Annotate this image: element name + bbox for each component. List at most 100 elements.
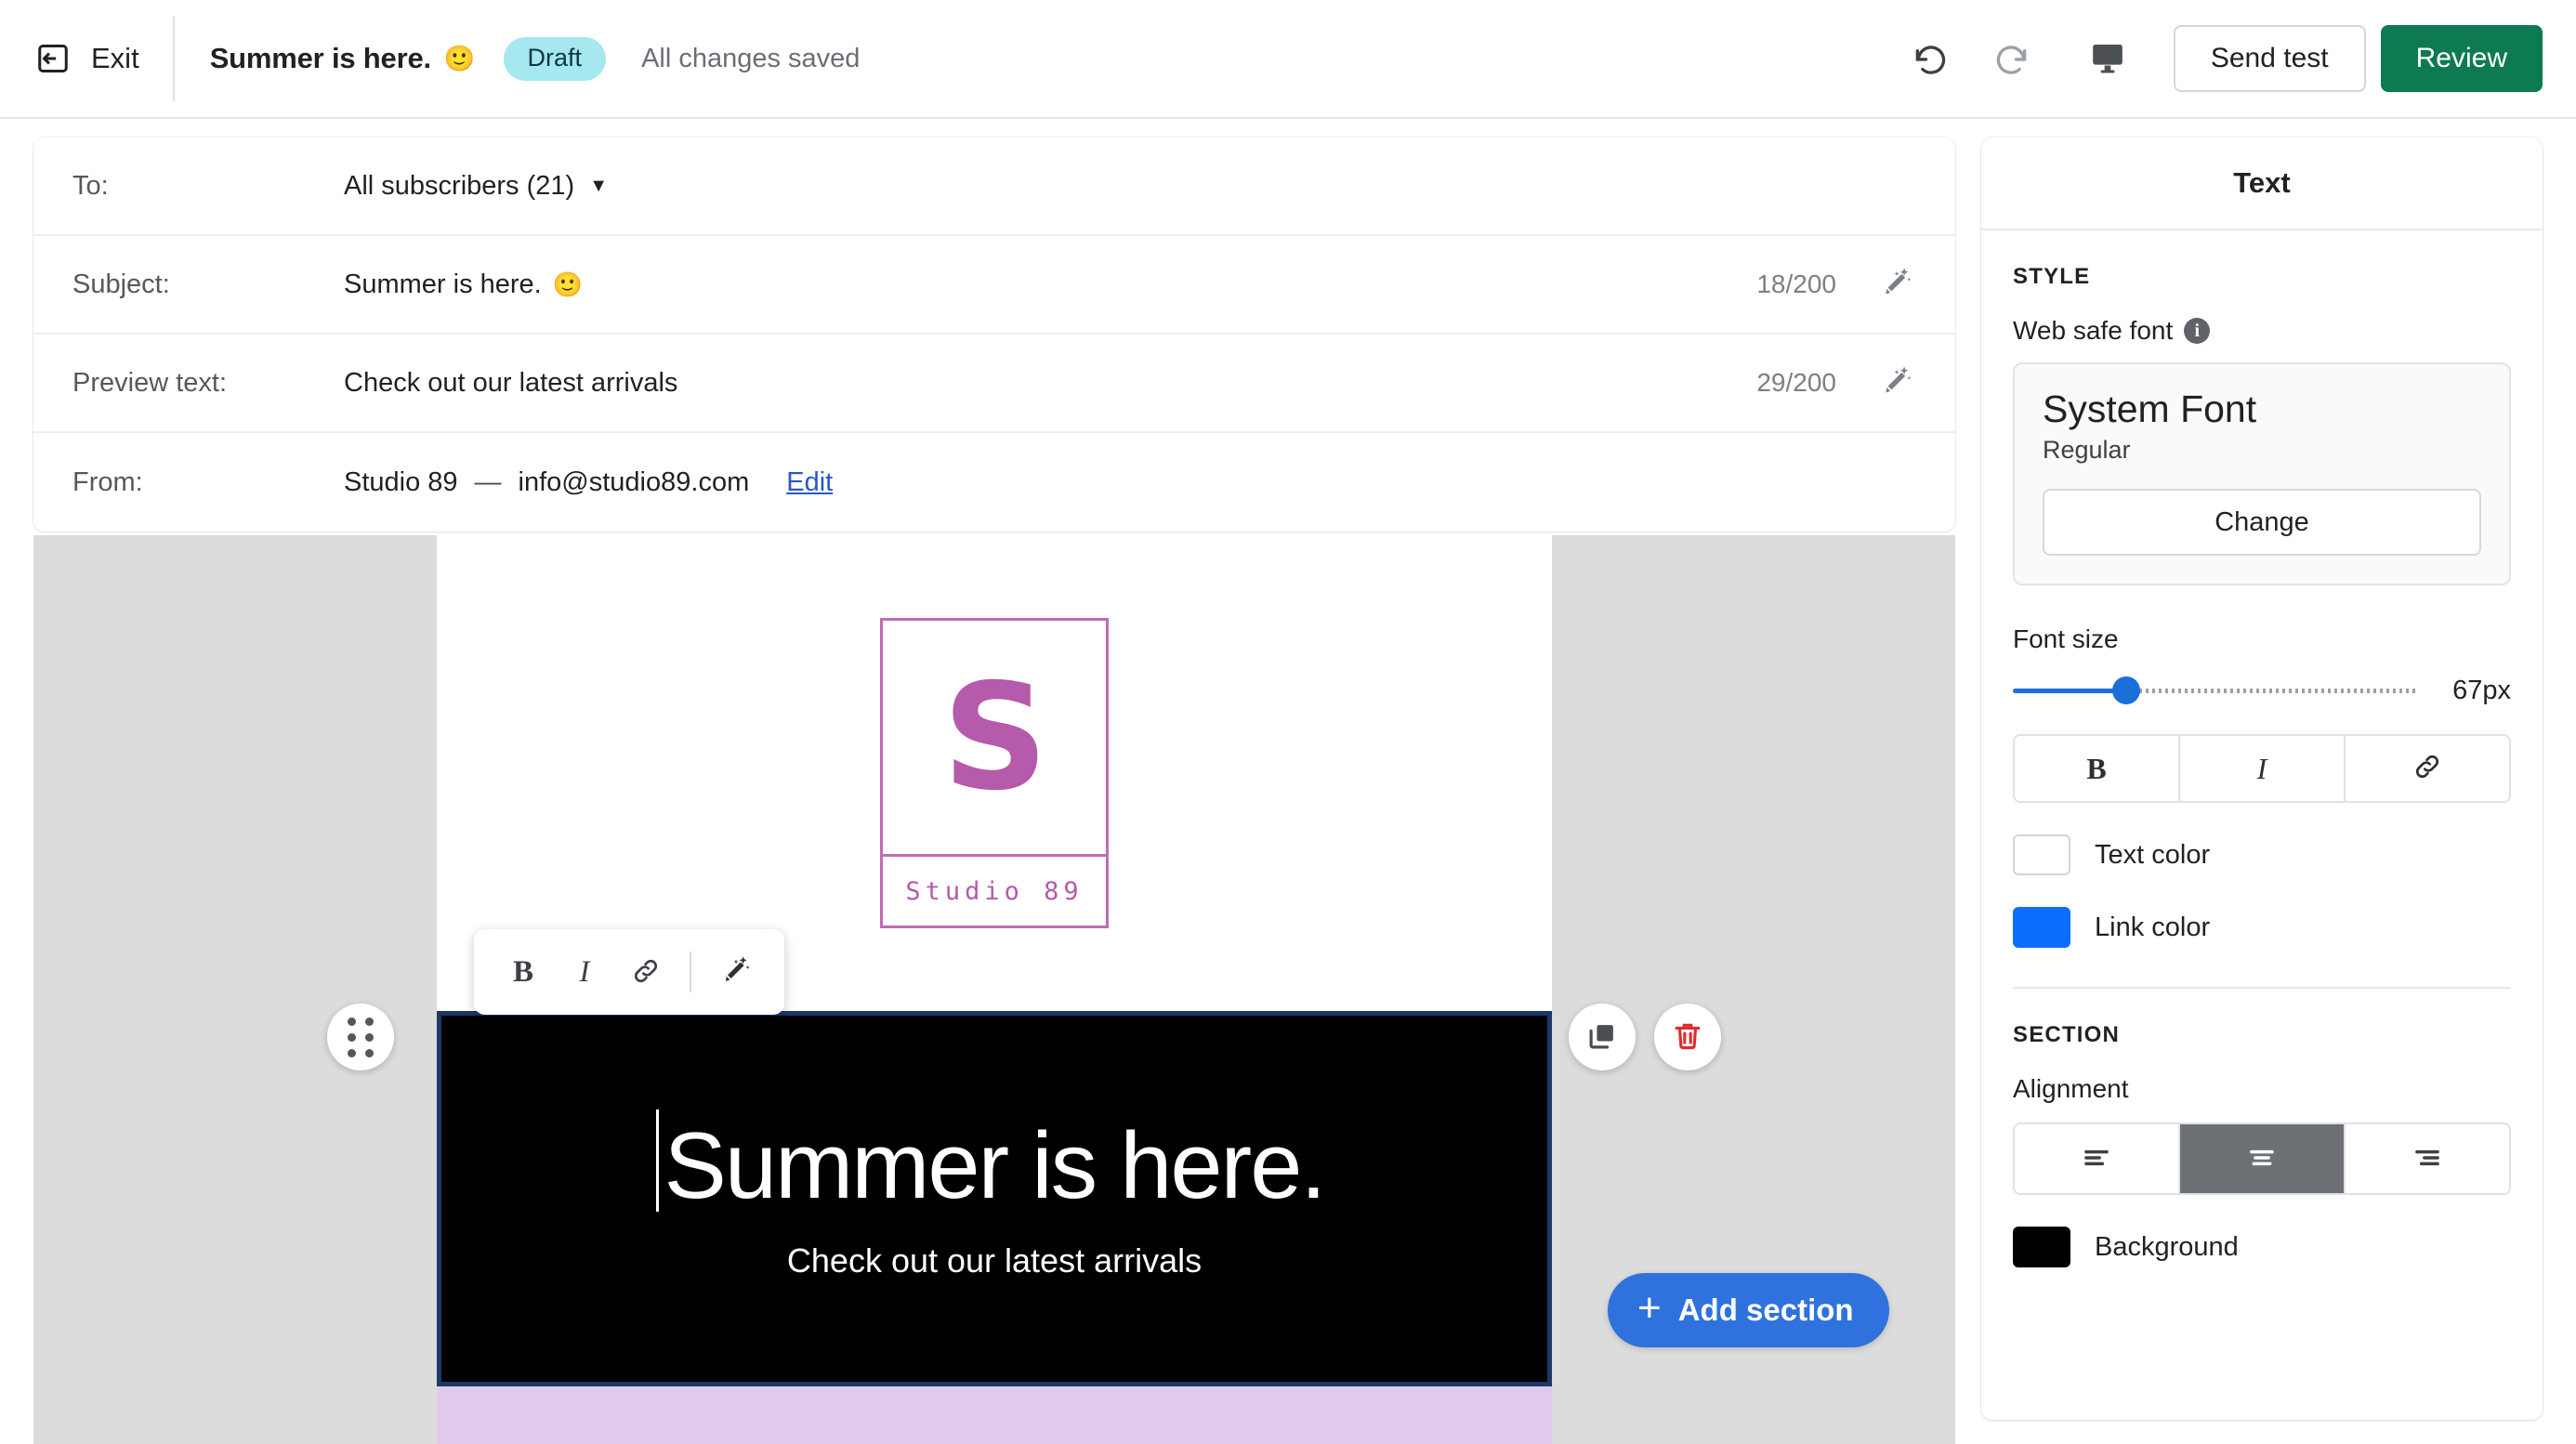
preview-text-value: Check out our latest arrivals — [344, 367, 678, 398]
hero-heading: Summer is here. — [664, 1113, 1327, 1218]
hero-heading-editable[interactable]: Summer is here. — [655, 1109, 1327, 1218]
trash-icon — [1670, 1018, 1705, 1057]
magic-wand-edit-icon — [1876, 362, 1915, 404]
plus-icon: + — [1637, 1285, 1662, 1331]
from-row: From: Studio 89 — info@studio89.com Edit — [33, 433, 1955, 532]
add-section-label: Add section — [1677, 1293, 1854, 1327]
subject-ai-assist-button[interactable] — [1870, 258, 1922, 310]
undo-button[interactable] — [1899, 26, 1964, 91]
title-emoji: 🙂 — [443, 45, 476, 72]
from-email: info@studio89.com — [518, 466, 750, 497]
from-dash: — — [474, 466, 502, 497]
send-test-button[interactable]: Send test — [2173, 25, 2366, 92]
logo-name-box: Studio 89 — [883, 857, 1106, 925]
inline-text-toolbar: B I — [474, 929, 784, 1015]
text-color-label: Text color — [2095, 839, 2211, 870]
recipients-value: All subscribers (21) — [344, 170, 575, 201]
toolbar-separator — [690, 952, 691, 992]
align-left-button[interactable] — [2015, 1124, 2180, 1194]
panel-title: Text — [2233, 166, 2291, 199]
style-section-heading: STYLE — [2013, 264, 2091, 289]
top-toolbar: Exit Summer is here. 🙂 Draft All changes… — [0, 0, 2576, 119]
from-label: From: — [72, 466, 143, 497]
save-status-text: All changes saved — [641, 43, 861, 73]
text-format-buttons: B I — [2013, 734, 2511, 804]
email-header-fields: To: All subscribers (21) ▼ Subject: Summ… — [33, 138, 1955, 532]
preview-ai-assist-button[interactable] — [1870, 357, 1922, 409]
align-left-icon — [2079, 1140, 2114, 1178]
align-right-icon — [2410, 1140, 2445, 1178]
to-label: To: — [72, 170, 109, 201]
from-value-group: Studio 89 — info@studio89.com Edit — [344, 467, 833, 498]
alignment-label: Alignment — [2013, 1074, 2129, 1104]
redo-button[interactable] — [1978, 26, 2044, 91]
hero-section-selected[interactable]: Summer is here. Check out our latest arr… — [437, 1011, 1552, 1386]
preview-char-counter: 29/200 — [1756, 368, 1836, 397]
hero-subheading[interactable]: Check out our latest arrivals — [787, 1241, 1202, 1280]
recipients-dropdown[interactable]: All subscribers (21) ▼ — [344, 171, 608, 202]
recipients-row: To: All subscribers (21) ▼ — [33, 138, 1955, 236]
background-color-swatch[interactable] — [2013, 1227, 2070, 1268]
link-color-label: Link color — [2095, 912, 2211, 942]
change-font-button[interactable]: Change — [2043, 489, 2481, 557]
add-section-button[interactable]: + Add section — [1608, 1273, 1889, 1347]
logo-monogram-box: S — [883, 621, 1106, 857]
duplicate-section-button[interactable] — [1569, 1004, 1636, 1070]
top-toolbar-actions: Send test Review — [1899, 0, 2576, 117]
link-button[interactable] — [2346, 736, 2509, 802]
font-size-slider-row: 67px — [2013, 675, 2511, 706]
link-color-swatch[interactable] — [2013, 907, 2070, 949]
font-size-value: 67px — [2452, 675, 2511, 705]
subject-input[interactable]: Summer is here. 🙂 — [344, 269, 583, 300]
next-section-preview[interactable] — [437, 1386, 1552, 1444]
from-edit-link[interactable]: Edit — [786, 467, 833, 498]
info-icon[interactable]: i — [2184, 318, 2211, 344]
campaign-title-group: Summer is here. 🙂 Draft All changes save… — [209, 36, 861, 81]
selected-font-weight: Regular — [2043, 436, 2131, 465]
section-drag-handle[interactable] — [327, 1004, 394, 1070]
inline-link-button[interactable] — [615, 941, 677, 1003]
exit-button[interactable]: Exit — [0, 0, 139, 117]
text-cursor — [655, 1109, 659, 1212]
subject-value: Summer is here. — [344, 269, 542, 299]
inline-bold-button[interactable]: B — [493, 941, 554, 1003]
selected-font-name: System Font — [2043, 387, 2257, 430]
review-button[interactable]: Review — [2380, 25, 2543, 92]
link-icon — [629, 954, 663, 991]
exit-arrow-icon — [35, 41, 71, 76]
preview-device-button[interactable] — [2075, 26, 2140, 91]
italic-button[interactable]: I — [2180, 736, 2346, 802]
chevron-down-icon: ▼ — [589, 176, 608, 196]
studio89-logo: S Studio 89 — [880, 618, 1109, 928]
align-center-button[interactable] — [2180, 1124, 2346, 1194]
toolbar-divider — [172, 16, 175, 101]
inline-ai-assist-button[interactable] — [704, 941, 766, 1003]
web-safe-font-label-row: Web safe font i — [2013, 316, 2511, 346]
subject-emoji: 🙂 — [552, 269, 584, 298]
desktop-preview-icon — [2089, 40, 2126, 77]
alignment-button-group — [2013, 1122, 2511, 1196]
delete-section-button[interactable] — [1654, 1004, 1721, 1070]
magic-wand-edit-icon — [716, 952, 754, 992]
slider-track-filled — [2013, 689, 2127, 694]
page-title: Summer is here. — [209, 42, 431, 74]
style-section: STYLE Web safe font i System Font Regula… — [1981, 230, 2543, 990]
panel-header: Text — [1981, 138, 2543, 230]
text-color-row: Text color — [2013, 834, 2511, 876]
subject-char-counter: 18/200 — [1756, 269, 1836, 298]
text-settings-panel: Text STYLE Web safe font i System Font R… — [1981, 138, 2543, 1420]
logo-monogram: S — [942, 651, 1048, 823]
bold-button[interactable]: B — [2015, 736, 2180, 802]
inline-italic-button[interactable]: I — [554, 941, 615, 1003]
preview-text-input[interactable]: Check out our latest arrivals — [344, 368, 677, 399]
font-selection-card: System Font Regular Change — [2013, 362, 2511, 586]
align-right-button[interactable] — [2346, 1124, 2509, 1194]
link-icon — [2411, 750, 2444, 787]
from-name: Studio 89 — [344, 466, 458, 497]
duplicate-icon — [1584, 1018, 1620, 1057]
status-badge: Draft — [503, 36, 607, 81]
font-size-slider[interactable] — [2013, 675, 2418, 706]
slider-thumb[interactable] — [2112, 676, 2141, 705]
text-color-swatch[interactable] — [2013, 834, 2070, 876]
preview-text-row: Preview text: Check out our latest arriv… — [33, 335, 1955, 433]
